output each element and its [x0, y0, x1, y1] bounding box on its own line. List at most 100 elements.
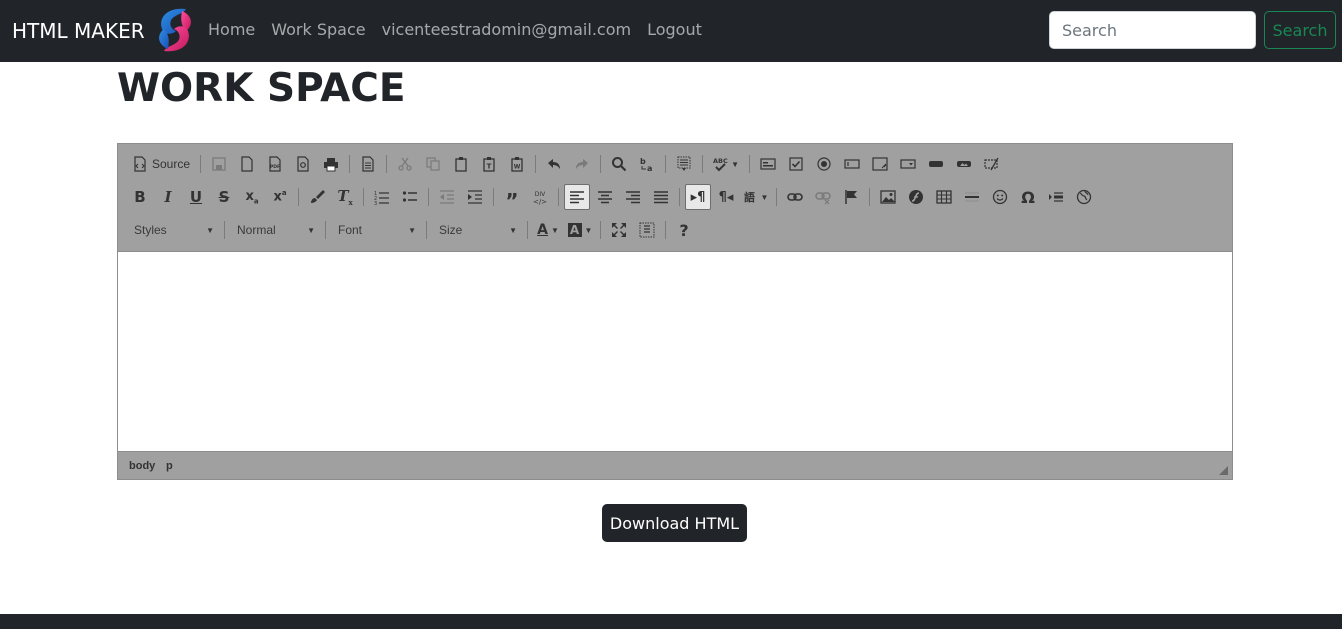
smiley-icon — [992, 189, 1008, 205]
form-icon — [760, 158, 776, 170]
toolbar-separator — [869, 188, 870, 206]
textarea-button[interactable] — [867, 151, 893, 177]
toolbar-separator — [600, 221, 601, 239]
image-button[interactable] — [875, 184, 901, 210]
create-div-button[interactable]: DIV </> — [527, 184, 553, 210]
bold-button[interactable]: B — [127, 184, 153, 210]
paste-button[interactable] — [448, 151, 474, 177]
resize-handle[interactable] — [1219, 466, 1228, 475]
select-all-button[interactable] — [671, 151, 697, 177]
checkbox-button[interactable] — [783, 151, 809, 177]
nav-link-logout[interactable]: Logout — [647, 20, 702, 39]
brand-name[interactable]: HTML MAKER — [12, 19, 145, 43]
increase-indent-button[interactable] — [462, 184, 488, 210]
toolbar-separator — [600, 155, 602, 173]
font-combo[interactable]: Font ▼ — [330, 218, 422, 242]
page-break-button[interactable] — [1043, 184, 1069, 210]
source-button[interactable]: Source — [127, 151, 195, 177]
image-button-field-button[interactable] — [951, 151, 977, 177]
radio-button[interactable] — [811, 151, 837, 177]
copy-button[interactable] — [420, 151, 446, 177]
navbar: HTML MAKER Home Work Space vicenteestrad… — [0, 0, 1342, 62]
nav-link-user-email[interactable]: vicenteestradomin@gmail.com — [382, 20, 631, 39]
logo-icon[interactable] — [152, 5, 198, 55]
horizontal-line-button[interactable] — [959, 184, 985, 210]
editor-content-area[interactable] — [118, 251, 1232, 452]
italic-button[interactable]: I — [155, 184, 181, 210]
hidden-field-button[interactable] — [979, 151, 1005, 177]
smiley-button[interactable] — [987, 184, 1013, 210]
numbered-list-button[interactable]: 123 — [369, 184, 395, 210]
format-combo[interactable]: Normal ▼ — [229, 218, 321, 242]
new-page-button[interactable] — [234, 151, 260, 177]
cut-button[interactable] — [392, 151, 418, 177]
button-field-button[interactable] — [923, 151, 949, 177]
align-right-button[interactable] — [620, 184, 646, 210]
toolbar-separator — [224, 221, 225, 239]
svg-text:</>: </> — [533, 198, 547, 205]
iframe-button[interactable] — [1071, 184, 1097, 210]
path-p[interactable]: p — [166, 460, 173, 472]
form-button[interactable] — [755, 151, 781, 177]
replace-button[interactable]: ba — [634, 151, 660, 177]
copy-format-button[interactable] — [304, 184, 330, 210]
styles-combo[interactable]: Styles ▼ — [126, 218, 220, 242]
align-center-button[interactable] — [592, 184, 618, 210]
export-pdf-button[interactable]: PDF — [262, 151, 288, 177]
strikethrough-button[interactable]: S — [211, 184, 237, 210]
justify-button[interactable] — [648, 184, 674, 210]
undo-button[interactable] — [541, 151, 567, 177]
superscript-button[interactable]: xa — [267, 184, 293, 210]
preview-button[interactable] — [290, 151, 316, 177]
templates-button[interactable] — [355, 151, 381, 177]
subscript-button[interactable]: xa — [239, 184, 265, 210]
search-button[interactable]: Search — [1264, 11, 1336, 49]
select-field-button[interactable] — [895, 151, 921, 177]
svg-text:W: W — [514, 164, 521, 171]
path-body[interactable]: body — [129, 460, 155, 472]
special-char-button[interactable]: Ω — [1015, 184, 1041, 210]
redo-button[interactable] — [569, 151, 595, 177]
flash-button[interactable] — [903, 184, 929, 210]
paste-text-button[interactable]: T — [476, 151, 502, 177]
link-button[interactable] — [782, 184, 808, 210]
bulleted-list-button[interactable] — [397, 184, 423, 210]
search-input[interactable] — [1049, 11, 1256, 49]
nav-link-workspace[interactable]: Work Space — [271, 20, 365, 39]
underline-button[interactable]: U — [183, 184, 209, 210]
find-button[interactable] — [606, 151, 632, 177]
text-field-button[interactable] — [839, 151, 865, 177]
text-direction-rtl-button[interactable]: ¶◂ — [713, 184, 739, 210]
align-left-button[interactable] — [564, 184, 590, 210]
print-button[interactable] — [318, 151, 344, 177]
text-direction-ltr-button[interactable]: ▸¶ — [685, 184, 711, 210]
size-combo[interactable]: Size ▼ — [431, 218, 523, 242]
image-icon — [880, 190, 896, 204]
subscript-icon: xa — [245, 188, 259, 206]
table-button[interactable] — [931, 184, 957, 210]
decrease-indent-button[interactable] — [434, 184, 460, 210]
svg-text:語: 語 — [744, 190, 755, 204]
unlink-icon — [815, 192, 831, 205]
remove-format-button[interactable]: Tx — [332, 184, 358, 210]
help-button[interactable]: ? — [671, 217, 697, 243]
anchor-button[interactable] — [838, 184, 864, 210]
blockquote-button[interactable]: ” — [499, 184, 525, 211]
background-color-button[interactable]: A ▼ — [565, 217, 595, 243]
unlink-button[interactable] — [810, 184, 836, 210]
save-button[interactable] — [206, 151, 232, 177]
language-icon: 語 — [744, 190, 755, 204]
table-icon — [936, 190, 952, 204]
spellcheck-button[interactable]: ABC ▼ — [708, 151, 744, 177]
nav-link-home[interactable]: Home — [208, 20, 255, 39]
italic-icon: I — [164, 188, 172, 206]
language-button[interactable]: 語 ▼ — [741, 184, 771, 210]
text-color-button[interactable]: A ▼ — [533, 217, 563, 243]
align-right-icon — [626, 191, 640, 204]
hidden-field-icon — [984, 157, 999, 171]
paste-word-button[interactable]: W — [504, 151, 530, 177]
chevron-down-icon: ▼ — [206, 225, 214, 235]
download-html-button[interactable]: Download HTML — [602, 504, 747, 542]
maximize-button[interactable] — [606, 217, 632, 243]
show-blocks-button[interactable] — [634, 217, 660, 243]
